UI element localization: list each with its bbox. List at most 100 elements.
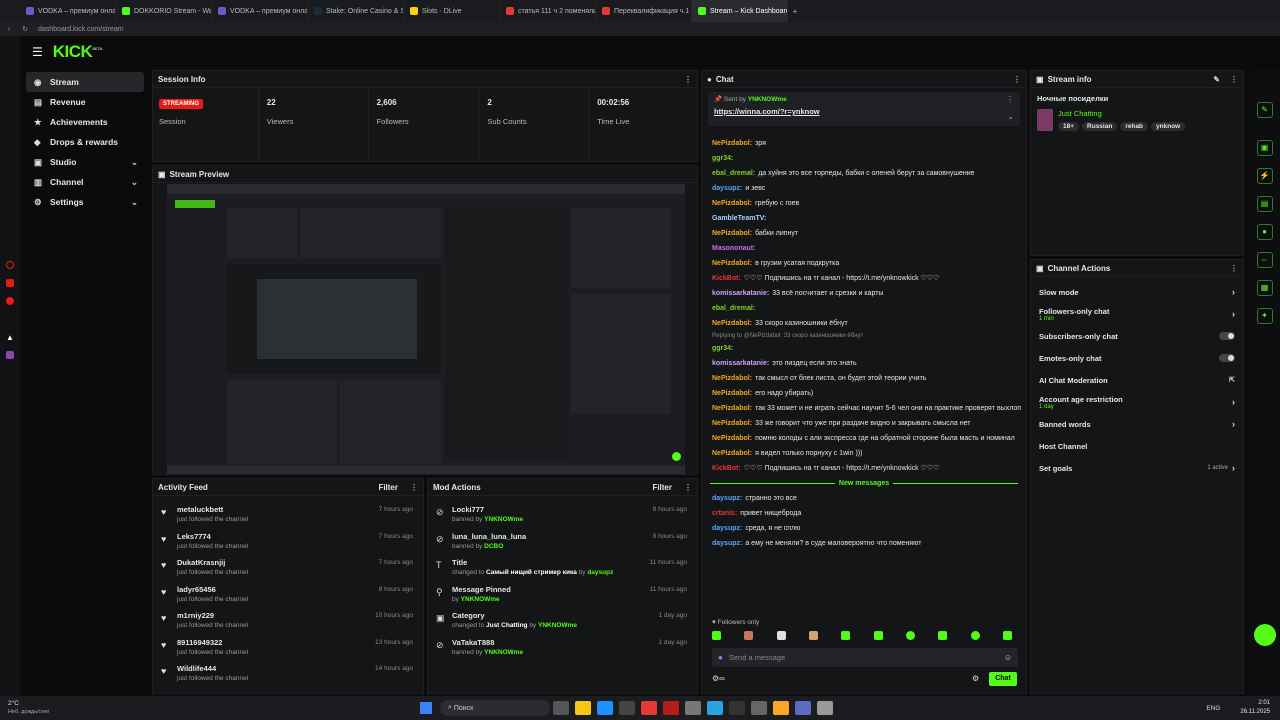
browser-tab[interactable]: VODKA – премиум онлайн (20, 0, 116, 22)
wrench-tool-icon[interactable]: ✦ (1256, 308, 1273, 324)
explorer-icon[interactable] (575, 701, 591, 715)
sidepanel-icon[interactable]: ▲ (6, 333, 14, 342)
app-icon[interactable] (817, 701, 833, 715)
chat-username[interactable]: Masononaut: (712, 245, 756, 252)
nav-item-settings[interactable]: ⚙ Settings ⌄ (26, 192, 144, 212)
nav-item-stream[interactable]: ◉ Stream (26, 72, 144, 92)
telegram-icon[interactable] (707, 701, 723, 715)
link-tool-icon[interactable]: ⇔ (1256, 252, 1273, 268)
mod-action-by[interactable]: YNKNOWme (484, 649, 523, 656)
toggle-switch[interactable] (1219, 332, 1235, 340)
toggle-switch[interactable] (1219, 354, 1235, 362)
channel-action-host-channel[interactable]: Host Channel (1031, 435, 1243, 457)
emote-icon[interactable] (744, 631, 754, 640)
nav-item-revenue[interactable]: ▤ Revenue (26, 92, 144, 112)
nav-item-studio[interactable]: ▣ Studio ⌄ (26, 152, 144, 172)
more-icon[interactable]: ⋮ (1006, 95, 1014, 104)
settings-app-icon[interactable] (685, 701, 701, 715)
chat-username[interactable]: ggr34: (712, 345, 733, 352)
chat-username[interactable]: daysupz: (712, 185, 742, 192)
emote-icon[interactable] (905, 631, 915, 640)
new-tab-button[interactable]: + (788, 7, 802, 16)
emote-icon[interactable] (712, 631, 721, 640)
chat-username[interactable]: daysupz: (712, 525, 742, 532)
mod-action-by[interactable]: DCBO (484, 543, 503, 550)
chat-username[interactable]: NePizdabol: (712, 450, 752, 457)
chat-username[interactable]: daysupz: (712, 540, 742, 547)
channel-action-emotes-only-chat[interactable]: Emotes-only chat (1031, 347, 1243, 369)
address-bar[interactable]: ‹ ↻ dashboard.kick.com/stream (0, 22, 1280, 36)
mod-action-by[interactable]: YNKNOWme (538, 622, 577, 629)
chat-username[interactable]: ggr34: (712, 155, 733, 162)
browser-tab[interactable]: Переквалификация ч.1 ст (596, 0, 692, 22)
category-name[interactable]: Just Chatting (1058, 109, 1188, 118)
browser-tab[interactable]: DOKKORIO Stream - Watch (116, 0, 212, 22)
pinned-user[interactable]: YNKNOWme (748, 96, 787, 103)
emote-icon[interactable] (841, 631, 851, 640)
category-thumbnail[interactable] (1037, 109, 1053, 131)
chat-username[interactable]: NePizdabol: (712, 375, 752, 382)
emote-icon[interactable] (873, 631, 883, 640)
chat-input[interactable]: ● Send a message ☺ (712, 648, 1018, 667)
chat-username[interactable]: komissarkatanie: (712, 360, 769, 367)
channel-action-followers-only-chat[interactable]: Followers-only chat 1 min › (1031, 303, 1243, 325)
chat-username[interactable]: komissarkatanie: (712, 290, 769, 297)
browser-tab[interactable]: Slots · DLive (404, 0, 500, 22)
yandex-icon[interactable] (641, 701, 657, 715)
chat-username[interactable]: NePizdabol: (712, 140, 752, 147)
channel-action-set-goals[interactable]: Set goals 1 active › (1031, 457, 1243, 479)
edge-icon[interactable] (597, 701, 613, 715)
mod-action-by[interactable]: YNKNOWme (484, 516, 523, 523)
more-icon[interactable]: ⋮ (410, 483, 418, 492)
chat-username[interactable]: NePizdabol: (712, 405, 752, 412)
edit-tool-icon[interactable]: ✎ (1256, 102, 1273, 118)
file-tool-icon[interactable]: ▤ (1256, 196, 1273, 212)
edit-icon[interactable]: ✎ (1213, 75, 1220, 84)
chat-username[interactable]: NePizdabol: (712, 320, 752, 327)
browser-tab[interactable]: VODKA – премиум онлайн (212, 0, 308, 22)
browser-tab[interactable]: Stream – Kick Dashboard (692, 0, 788, 22)
stream-tag[interactable]: rehab (1120, 122, 1149, 131)
emote-icon[interactable] (970, 631, 980, 640)
stream-tag[interactable]: 18+ (1058, 122, 1080, 131)
emote-icon[interactable] (808, 631, 818, 640)
clock[interactable]: 2:01 26.11.2025 (1240, 699, 1270, 717)
taskview-icon[interactable] (553, 701, 569, 715)
browser-tab[interactable]: статья 111 ч 2 поменяли на (500, 0, 596, 22)
chat-username[interactable]: NePizdabol: (712, 260, 752, 267)
mod-tools-icon[interactable]: ⚙∞ (712, 674, 725, 683)
stream-preview-video[interactable] (167, 184, 685, 474)
app-icon[interactable] (729, 701, 745, 715)
mod-filter-button[interactable]: Filter (652, 483, 672, 492)
kick-logo[interactable]: KICK (53, 42, 93, 62)
channel-action-subscribers-only-chat[interactable]: Subscribers-only chat (1031, 325, 1243, 347)
more-icon[interactable]: ⋮ (684, 483, 692, 492)
flash-tool-icon[interactable]: ⚡ (1256, 168, 1273, 184)
chat-username[interactable]: NePizdabol: (712, 435, 752, 442)
more-icon[interactable]: ⋮ (684, 75, 692, 84)
browser-tab[interactable]: Stake: Online Casino & Sp (308, 0, 404, 22)
language-indicator[interactable]: ENG (1206, 705, 1220, 712)
mod-action-by[interactable]: daysupz (587, 569, 613, 576)
chat-username[interactable]: GambleTeamTV: (712, 215, 766, 222)
sidepanel-icon[interactable] (6, 261, 14, 269)
channel-action-banned-words[interactable]: Banned words › (1031, 413, 1243, 435)
sidepanel-icon[interactable] (6, 297, 14, 305)
emote-icon[interactable] (938, 631, 948, 640)
chat-username[interactable]: NePizdabol: (712, 420, 752, 427)
chat-username[interactable]: KickBot: (712, 465, 741, 472)
emote-bar[interactable] (712, 631, 1012, 643)
opera-icon[interactable] (663, 701, 679, 715)
chat-username[interactable]: crtanis: (712, 510, 737, 517)
hamburger-icon[interactable]: ☰ (32, 45, 43, 59)
sidepanel-icon[interactable] (6, 279, 14, 287)
chat-username[interactable]: KickBot: (712, 275, 741, 282)
chat-username[interactable]: NePizdabol: (712, 390, 752, 397)
sidepanel-icon[interactable] (6, 351, 14, 359)
chat-username[interactable]: NePizdabol: (712, 200, 752, 207)
layout-tool-icon[interactable]: ▣ (1256, 140, 1273, 156)
settings-icon[interactable]: ⚙ (972, 674, 979, 683)
back-icon[interactable]: ‹ (0, 26, 18, 33)
support-chat-icon[interactable] (1253, 624, 1276, 646)
more-icon[interactable]: ⋮ (1230, 264, 1238, 273)
